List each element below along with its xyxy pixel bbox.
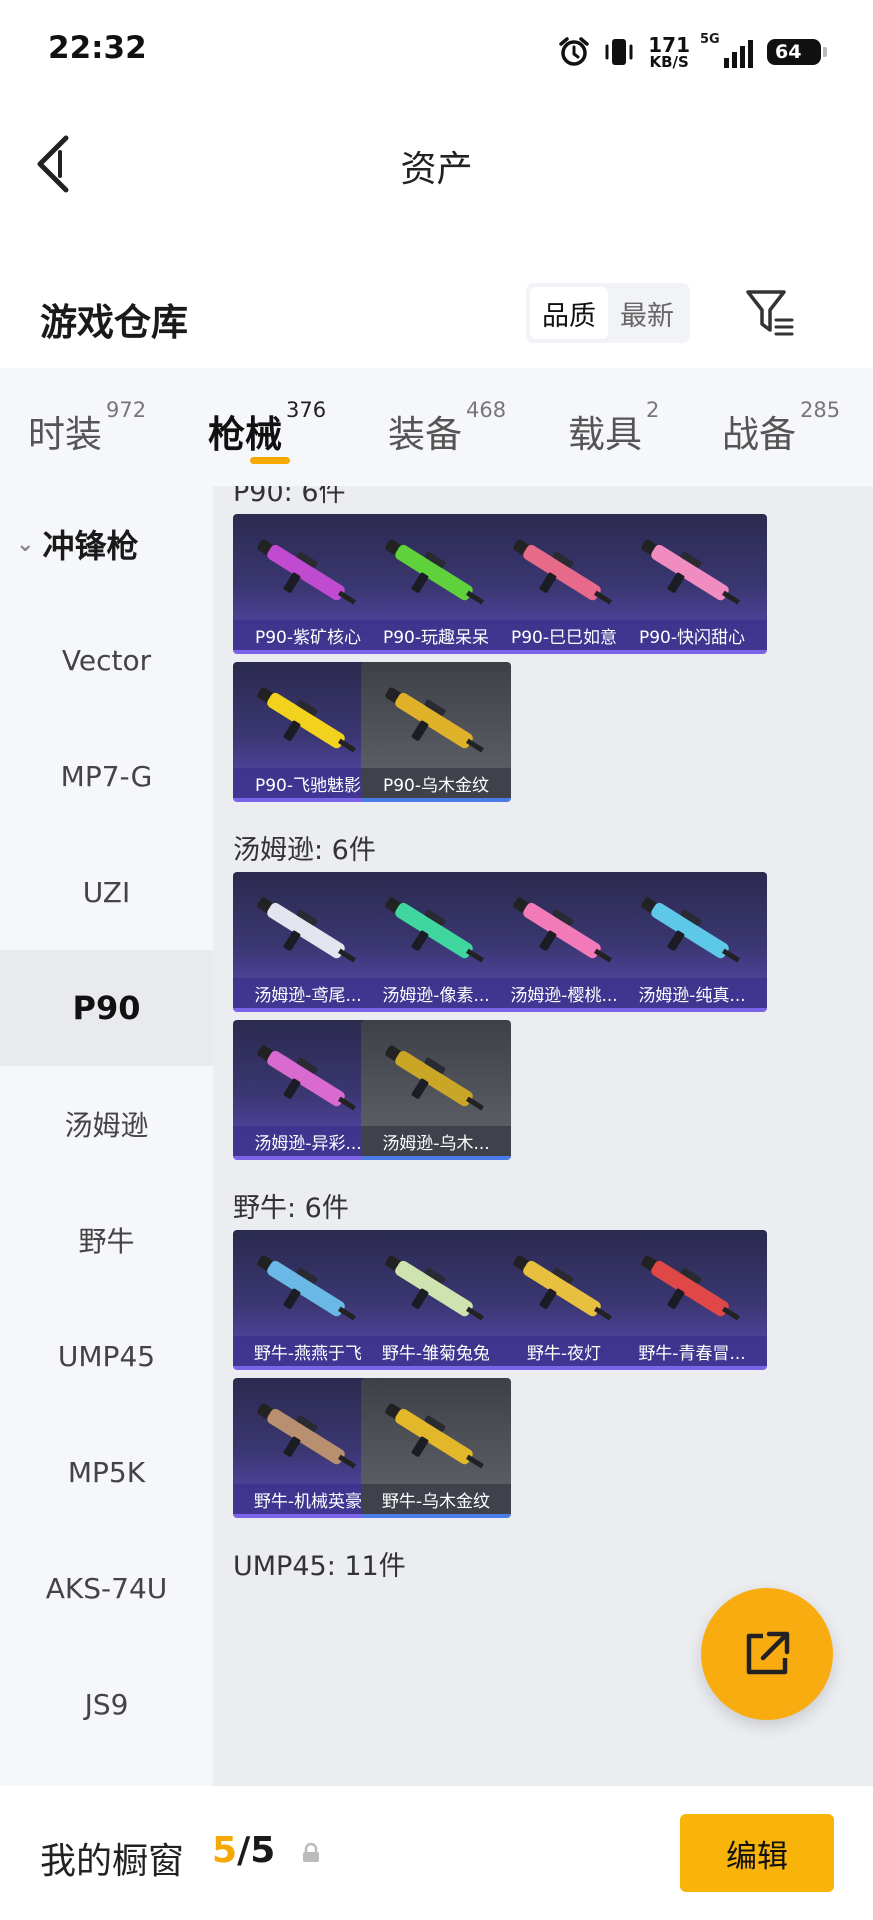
battery-level: 64 <box>775 41 802 63</box>
weapon-skin-image <box>385 1403 484 1469</box>
tab-underline <box>250 457 290 464</box>
weapon-skin-image <box>641 1255 740 1321</box>
tab-label: 枪械 <box>208 413 282 456</box>
weapon-skin-image <box>385 897 484 963</box>
net-speed-value: 171 <box>648 32 690 57</box>
section-title: 野牛: 6件 <box>233 1193 349 1224</box>
weapon-card[interactable]: 野牛-青春冒... <box>617 1230 767 1370</box>
weapon-card[interactable]: 汤姆逊-纯真... <box>617 872 767 1012</box>
repository-title: 游戏仓库 <box>40 301 188 344</box>
tab-count: 376 <box>286 398 327 422</box>
tab-label: 载具 <box>568 413 642 456</box>
sidebar-item-mp5k[interactable]: MP5K <box>0 1414 213 1530</box>
weapon-name: 野牛-乌木金纹 <box>361 1484 511 1514</box>
tab-count: 2 <box>646 398 660 422</box>
tab-label: 战备 <box>722 413 796 456</box>
section-title: P90: 6件 <box>233 486 346 508</box>
weapon-skin-image <box>641 539 740 605</box>
sort-option-quality[interactable]: 品质 <box>530 287 608 339</box>
weapon-card[interactable]: 汤姆逊-乌木... <box>361 1020 511 1160</box>
weapon-name: 汤姆逊-乌木... <box>361 1126 511 1156</box>
share-button[interactable] <box>701 1588 833 1720</box>
sidebar-item-bizon[interactable]: 野牛 <box>0 1182 213 1298</box>
sidebar-item-p90[interactable]: P90 <box>0 950 213 1066</box>
tab-label: 装备 <box>388 413 462 456</box>
net-speed: 171 KB/S <box>648 35 690 70</box>
weapon-skin-image <box>513 897 612 963</box>
weapon-skin-image <box>385 1045 484 1111</box>
category-tabs: 时装972 枪械376 装备468 载具2 战备285 <box>0 368 873 486</box>
sidebar-category[interactable]: ⌄ 冲锋枪 <box>0 486 213 602</box>
weapon-name: 野牛-青春冒... <box>617 1336 767 1366</box>
sidebar-item-uzi[interactable]: UZI <box>0 834 213 950</box>
weapon-skin-image <box>257 897 356 963</box>
status-bar: 22:32 171 KB/S 5G 64 <box>0 0 873 100</box>
tab-fashion[interactable]: 时装972 <box>28 398 146 458</box>
sidebar-item-thompson[interactable]: 汤姆逊 <box>0 1066 213 1182</box>
weapon-skin-image <box>513 1255 612 1321</box>
sidebar-item-mp7g[interactable]: MP7-G <box>0 718 213 834</box>
sidebar-item-vector[interactable]: Vector <box>0 602 213 718</box>
tab-supplies[interactable]: 战备285 <box>722 398 840 458</box>
weapon-skin-image <box>385 539 484 605</box>
network-type: 5G <box>700 32 720 47</box>
weapon-card[interactable]: P90-乌木金纹 <box>361 662 511 802</box>
external-link-icon <box>746 1631 790 1675</box>
signal-icon <box>724 40 753 68</box>
weapon-skin-image <box>257 539 356 605</box>
status-time: 22:32 <box>48 30 147 66</box>
showcase-label: 我的橱窗 <box>40 1841 185 1882</box>
tab-count: 285 <box>800 398 841 422</box>
weapon-skin-image <box>385 687 484 753</box>
showcase-separator: / <box>237 1830 251 1871</box>
weapon-name: P90-乌木金纹 <box>361 768 511 798</box>
showcase-count: 5/5 <box>212 1830 275 1871</box>
alarm-icon <box>559 37 589 66</box>
weapon-skin-image <box>257 687 356 753</box>
weapon-sidebar: ⌄ 冲锋枪 Vector MP7-G UZI P90 汤姆逊 野牛 UMP45 … <box>0 486 213 1786</box>
weapon-name: 汤姆逊-纯真... <box>617 978 767 1008</box>
tab-count: 468 <box>466 398 507 422</box>
weapon-skin-image <box>257 1403 356 1469</box>
weapon-card[interactable]: P90-快闪甜心 <box>617 514 767 654</box>
tab-firearms[interactable]: 枪械376 <box>208 398 326 458</box>
section-title: 汤姆逊: 6件 <box>233 835 376 866</box>
showcase-current: 5 <box>212 1830 238 1871</box>
vibrate-icon <box>605 39 633 65</box>
tab-vehicles[interactable]: 载具2 <box>568 398 659 458</box>
section-title: UMP45: 11件 <box>233 1551 406 1582</box>
battery-icon: 64 <box>767 39 827 65</box>
page-title: 资产 <box>400 149 473 190</box>
tab-count: 972 <box>106 398 147 422</box>
weapon-skin-image <box>385 1255 484 1321</box>
weapon-skin-image <box>257 1255 356 1321</box>
signal: 5G <box>700 32 753 68</box>
filter-icon[interactable] <box>744 286 796 338</box>
tab-label: 时装 <box>28 413 102 456</box>
sort-toggle: 品质 最新 <box>526 283 690 343</box>
weapon-skin-image <box>257 1045 356 1111</box>
chevron-down-icon: ⌄ <box>16 531 35 557</box>
sidebar-item-aks74u[interactable]: AKS-74U <box>0 1530 213 1646</box>
status-icons: 171 KB/S 5G 64 <box>558 32 827 70</box>
weapon-card[interactable]: 野牛-乌木金纹 <box>361 1378 511 1518</box>
sidebar-category-label: 冲锋枪 <box>42 527 139 565</box>
sidebar-item-ump45[interactable]: UMP45 <box>0 1298 213 1414</box>
weapon-skin-image <box>641 897 740 963</box>
showcase-total: 5 <box>250 1830 276 1871</box>
net-speed-unit: KB/S <box>649 52 689 71</box>
weapon-skin-image <box>513 539 612 605</box>
sort-option-latest[interactable]: 最新 <box>608 287 686 339</box>
showcase-bar: 我的橱窗 5/5 编辑 <box>0 1786 873 1920</box>
weapon-name: P90-快闪甜心 <box>617 620 767 650</box>
tab-equipment[interactable]: 装备468 <box>388 398 506 458</box>
edit-button[interactable]: 编辑 <box>680 1814 834 1892</box>
lock-icon <box>303 1842 319 1862</box>
sidebar-item-js9[interactable]: JS9 <box>0 1646 213 1762</box>
